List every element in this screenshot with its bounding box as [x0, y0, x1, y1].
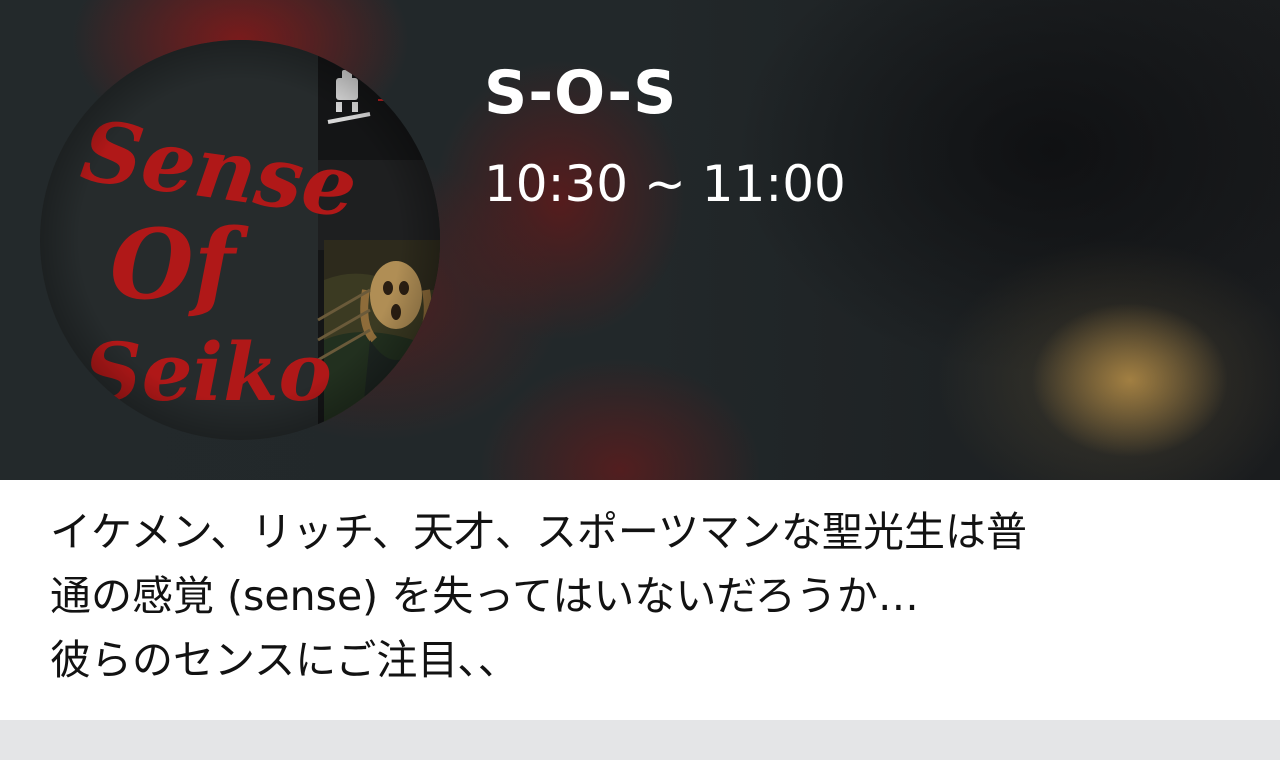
- program-title: S-O-S: [484, 58, 678, 128]
- program-time: 10:30 ~ 11:00: [484, 155, 846, 213]
- program-card: Sense Of Seiko S-O-S 10:30 ~ 11:00 イケメン、…: [0, 0, 1280, 720]
- description-line: イケメン、リッチ、天才、スポーツマンな聖光生は普: [50, 508, 1028, 556]
- description-line: 通の感覚 (sense) を失ってはいないだろうか…: [50, 572, 919, 620]
- program-cover-image: Sense Of Seiko: [40, 40, 440, 440]
- program-description: イケメン、リッチ、天才、スポーツマンな聖光生は普 通の感覚 (sense) を失…: [50, 500, 1250, 692]
- program-header: Sense Of Seiko S-O-S 10:30 ~ 11:00: [0, 0, 1280, 480]
- description-line: 彼らのセンスにご注目､､: [50, 636, 500, 684]
